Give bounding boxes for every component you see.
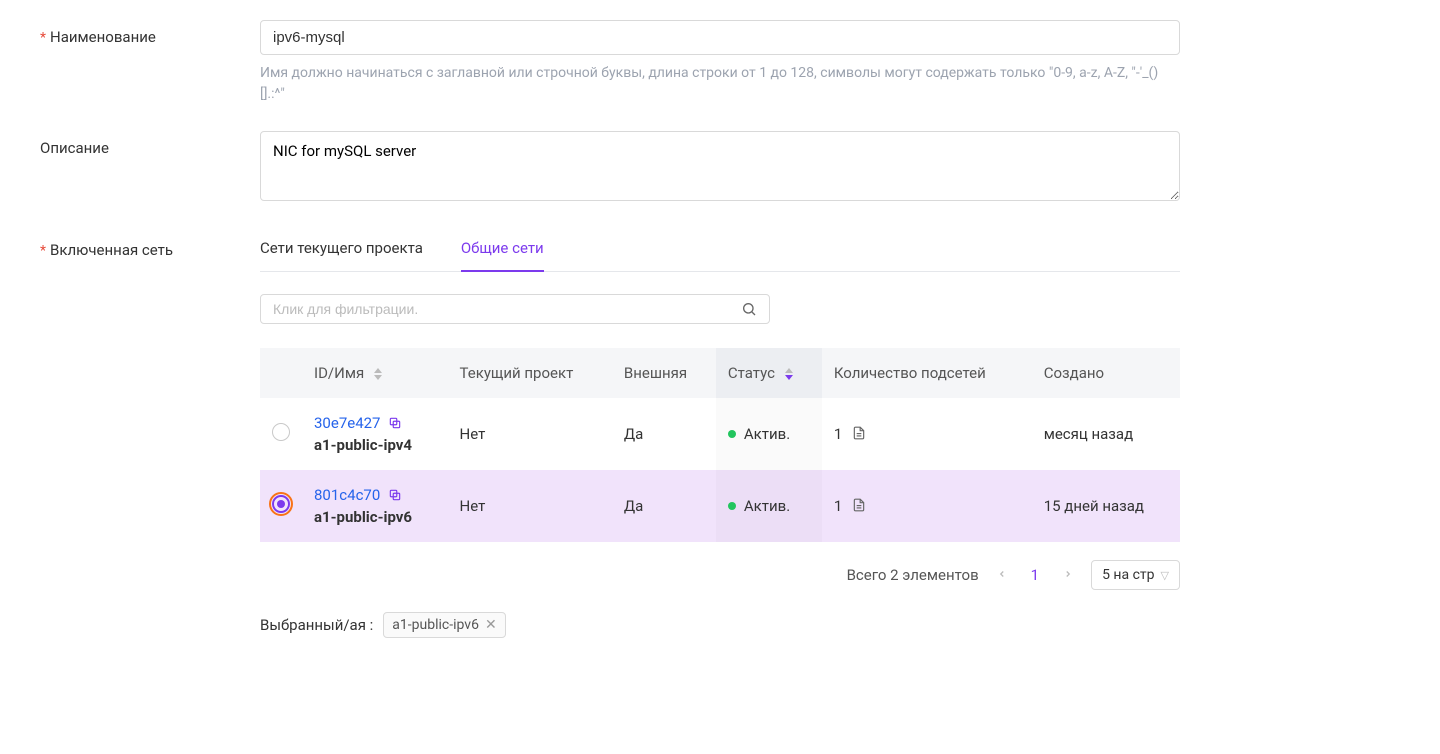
- network-id-link[interactable]: 801c4c70: [314, 486, 380, 504]
- cell-subnets: 1: [822, 470, 1032, 542]
- cell-external: Да: [612, 470, 716, 542]
- pagination: Всего 2 элементов 1 5 на стр ▽: [260, 560, 1180, 590]
- sort-icon: [374, 368, 382, 380]
- col-project: Текущий проект: [448, 348, 612, 398]
- chevron-right-icon: [1063, 568, 1073, 580]
- col-external: Внешняя: [612, 348, 716, 398]
- description-textarea[interactable]: NIC for mySQL server: [260, 131, 1180, 201]
- name-hint: Имя должно начинаться с заглавной или ст…: [260, 63, 1180, 105]
- col-subnets: Количество подсетей: [822, 348, 1032, 398]
- radio-select[interactable]: [272, 423, 290, 441]
- cell-external: Да: [612, 398, 716, 470]
- network-tabs: Сети текущего проекта Общие сети: [260, 231, 1180, 272]
- copy-icon[interactable]: [388, 416, 402, 430]
- network-id-link[interactable]: 30e7e427: [314, 414, 381, 432]
- cell-subnets: 1: [822, 398, 1032, 470]
- network-label: Включенная сеть: [40, 231, 260, 259]
- cell-status: Актив.: [716, 398, 822, 470]
- document-icon[interactable]: [852, 497, 866, 513]
- col-status[interactable]: Статус: [716, 348, 822, 398]
- cell-project: Нет: [448, 398, 612, 470]
- next-page-button[interactable]: [1059, 564, 1077, 586]
- chevron-down-icon: ▽: [1161, 569, 1169, 582]
- col-id-name[interactable]: ID/Имя: [302, 348, 448, 398]
- chevron-left-icon: [997, 568, 1007, 580]
- status-dot-icon: [728, 502, 736, 510]
- radio-select[interactable]: [272, 495, 290, 513]
- prev-page-button[interactable]: [993, 564, 1011, 586]
- selected-tag-text: a1-public-ipv6: [392, 617, 479, 633]
- tab-current-project-networks[interactable]: Сети текущего проекта: [260, 231, 423, 271]
- cell-created: месяц назад: [1032, 398, 1180, 470]
- status-dot-icon: [728, 430, 736, 438]
- table-row[interactable]: 801c4c70 a1-public-ipv6 Нет Да Актив. 1: [260, 470, 1180, 542]
- network-name: a1-public-ipv4: [314, 436, 436, 454]
- document-icon[interactable]: [852, 425, 866, 441]
- name-input[interactable]: [260, 20, 1180, 55]
- filter-input[interactable]: [273, 301, 741, 317]
- tab-shared-networks[interactable]: Общие сети: [461, 231, 544, 271]
- cell-status: Актив.: [716, 470, 822, 542]
- page-size-select[interactable]: 5 на стр ▽: [1091, 560, 1180, 590]
- cell-created: 15 дней назад: [1032, 470, 1180, 542]
- remove-tag-button[interactable]: ✕: [485, 617, 497, 633]
- copy-icon[interactable]: [388, 488, 402, 502]
- networks-table: ID/Имя Текущий проект Внешняя Статус Кол…: [260, 348, 1180, 542]
- page-number[interactable]: 1: [1025, 566, 1045, 584]
- network-name: a1-public-ipv6: [314, 508, 436, 526]
- search-icon: [741, 301, 757, 317]
- filter-box[interactable]: [260, 294, 770, 324]
- sort-icon: [785, 368, 793, 380]
- name-label: Наименование: [40, 20, 260, 46]
- selected-tag: a1-public-ipv6 ✕: [383, 612, 505, 638]
- cell-project: Нет: [448, 470, 612, 542]
- description-label: Описание: [40, 131, 260, 157]
- selected-label: Выбранный/ая :: [260, 616, 373, 634]
- col-created: Создано: [1032, 348, 1180, 398]
- table-row[interactable]: 30e7e427 a1-public-ipv4 Нет Да Актив. 1: [260, 398, 1180, 470]
- pagination-total: Всего 2 элементов: [847, 566, 979, 584]
